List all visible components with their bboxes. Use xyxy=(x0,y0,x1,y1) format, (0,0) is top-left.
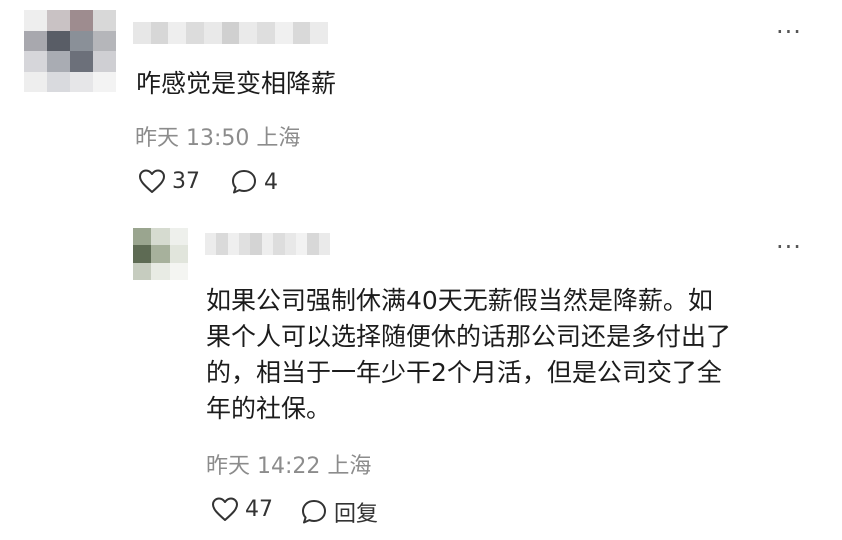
name-blur-block xyxy=(318,233,330,255)
like-button[interactable]: 37 xyxy=(138,168,200,194)
avatar-pixel xyxy=(24,30,47,51)
name-blur-block xyxy=(221,22,240,44)
avatar-pixel xyxy=(47,10,70,31)
reply-more-options-icon[interactable]: ··· xyxy=(776,233,802,261)
avatar-pixel xyxy=(47,71,70,92)
reply-text: 如果公司强制休满40天无薪假当然是降薪。如 果个人可以选择随便休的话那公司还是多… xyxy=(206,283,731,427)
avatar-pixel xyxy=(169,262,188,280)
name-blur-block xyxy=(239,233,251,255)
avatar-pixel xyxy=(133,245,152,263)
reply-meta: 昨天 14:22 上海 xyxy=(206,454,372,479)
reply-text-line: 果个人可以选择随便休的话那公司还是多付出了 xyxy=(206,322,732,351)
reply-like-count: 47 xyxy=(245,496,273,522)
avatar-pixel xyxy=(151,262,170,280)
name-blur-block xyxy=(203,22,222,44)
avatar-pixel xyxy=(24,71,47,92)
more-options-icon[interactable]: ··· xyxy=(776,18,802,46)
reply-text-line: 年的社保。 xyxy=(206,394,332,423)
reply-to-reply-button[interactable]: 回复 xyxy=(300,496,378,528)
name-blur-block xyxy=(150,22,169,44)
name-blur-block xyxy=(295,233,308,255)
avatar-pixel xyxy=(47,30,70,51)
avatar-pixel xyxy=(169,228,188,246)
comment-bubble-icon xyxy=(302,500,326,524)
avatar-pixel xyxy=(24,10,47,31)
avatar-pixel xyxy=(93,10,116,31)
reply-like-button[interactable]: 47 xyxy=(211,496,273,522)
commenter-name-blurred[interactable] xyxy=(133,22,329,44)
avatar-pixel xyxy=(70,51,93,72)
name-blur-block xyxy=(274,22,293,44)
avatar-pixel xyxy=(133,262,152,280)
reply-text-line: 的，相当于一年少干2个月活，但是公司交了全 xyxy=(206,358,722,387)
name-blur-block xyxy=(250,233,262,255)
avatar-pixel xyxy=(47,51,70,72)
name-blur-block xyxy=(205,233,217,255)
name-blur-block xyxy=(216,233,228,255)
commenter-avatar[interactable] xyxy=(24,10,116,92)
name-blur-block xyxy=(292,22,311,44)
replier-avatar[interactable] xyxy=(133,228,188,280)
like-count: 37 xyxy=(172,168,200,194)
avatar-pixel xyxy=(93,51,116,72)
heart-icon xyxy=(139,169,165,193)
avatar-pixel xyxy=(151,228,170,246)
name-blur-block xyxy=(307,233,319,255)
name-blur-block xyxy=(310,22,329,44)
replier-name-blurred[interactable] xyxy=(205,233,330,255)
comment-text: 咋感觉是变相降薪 xyxy=(136,69,337,98)
name-blur-block xyxy=(273,233,285,255)
name-blur-block xyxy=(186,22,204,44)
name-blur-block xyxy=(133,22,151,44)
name-blur-block xyxy=(239,22,258,44)
name-blur-block xyxy=(284,233,296,255)
reply-count: 4 xyxy=(264,169,278,195)
comment-button[interactable]: 4 xyxy=(230,168,278,196)
avatar-pixel xyxy=(133,228,152,246)
avatar-pixel xyxy=(70,30,93,51)
avatar-pixel xyxy=(151,245,170,263)
name-blur-block xyxy=(168,22,187,44)
reply-text-line: 如果公司强制休满40天无薪假当然是降薪。如 xyxy=(206,286,713,315)
avatar-pixel xyxy=(93,30,116,51)
avatar-pixel xyxy=(70,71,93,92)
reply-label: 回复 xyxy=(334,502,379,527)
name-blur-block xyxy=(261,233,274,255)
name-blur-block xyxy=(227,233,240,255)
name-blur-block xyxy=(257,22,275,44)
avatar-pixel xyxy=(93,71,116,92)
avatar-pixel xyxy=(24,51,47,72)
avatar-pixel xyxy=(70,10,93,31)
heart-icon xyxy=(212,497,238,521)
avatar-pixel xyxy=(169,245,188,263)
comment-bubble-icon xyxy=(232,170,256,194)
comment-meta: 昨天 13:50 上海 xyxy=(135,126,301,151)
